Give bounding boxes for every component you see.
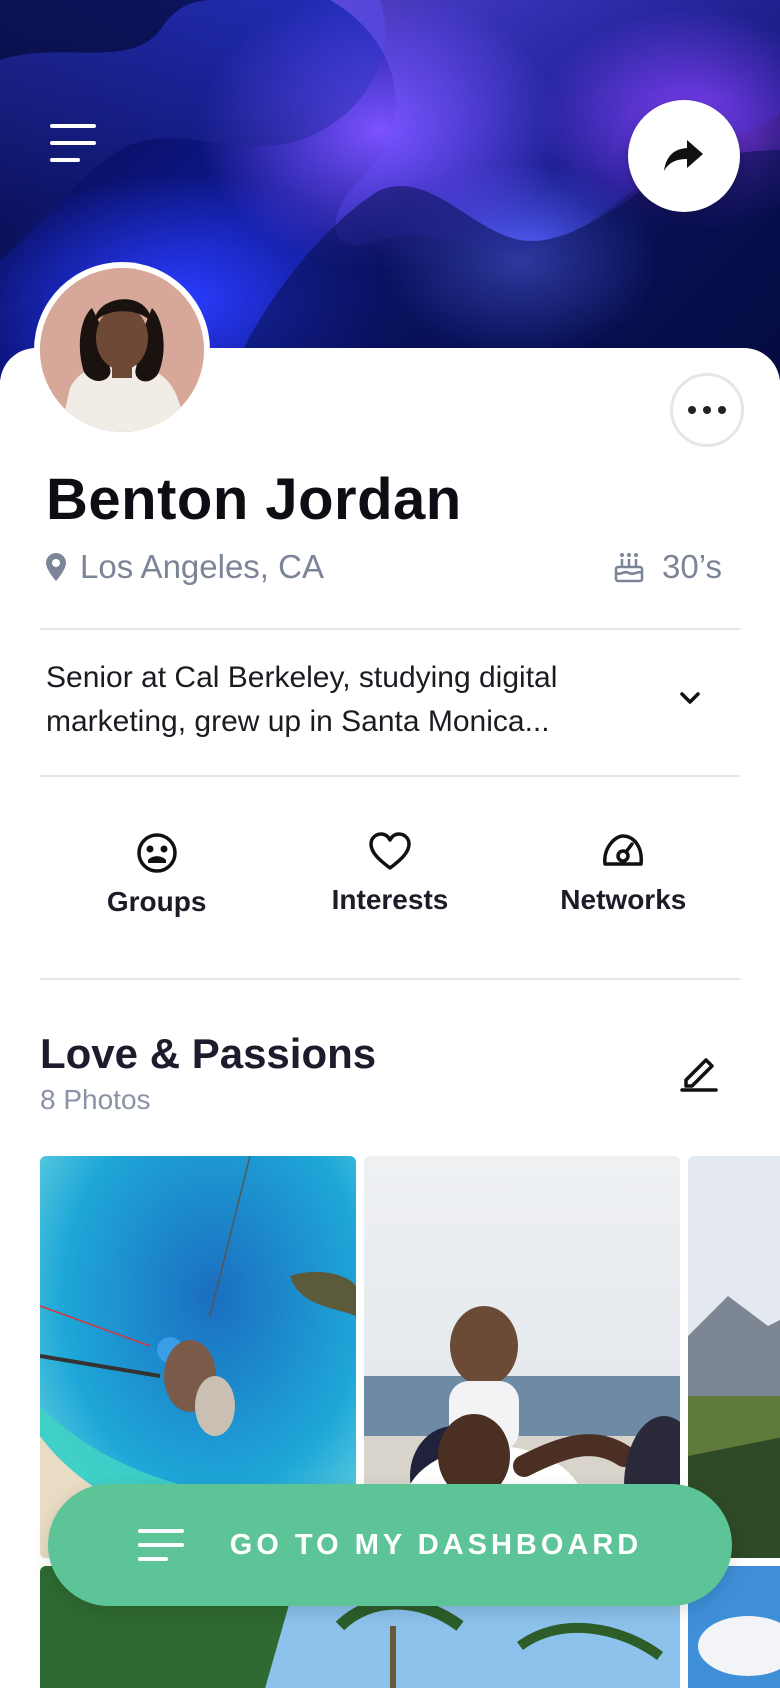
- expand-bio-button[interactable]: [676, 688, 704, 713]
- avatar[interactable]: [34, 262, 210, 438]
- pencil-icon: [680, 1058, 718, 1092]
- divider: [40, 628, 740, 630]
- menu-lines-icon: [137, 1529, 184, 1561]
- section-title: Love & Passions: [40, 1030, 377, 1077]
- edit-button[interactable]: [678, 1050, 720, 1097]
- tab-networks-label: Networks: [560, 884, 687, 915]
- profile-name: Benton Jordan: [46, 467, 462, 532]
- more-options-button[interactable]: [670, 373, 744, 447]
- chevron-down-icon: [680, 692, 700, 704]
- tab-groups-label: Groups: [106, 886, 207, 917]
- share-button[interactable]: [628, 100, 740, 212]
- cake-icon: [614, 553, 644, 583]
- tab-groups[interactable]: Groups: [40, 832, 273, 942]
- divider: [40, 775, 740, 777]
- divider: [40, 978, 740, 980]
- location-pin-icon: [46, 553, 66, 581]
- location-row: Los Angeles, CA: [46, 548, 324, 586]
- bio-text: Senior at Cal Berkeley, studying digital…: [46, 661, 558, 738]
- tab-interests[interactable]: Interests: [273, 832, 506, 942]
- tab-networks[interactable]: Networks: [507, 832, 740, 942]
- location-text: Los Angeles, CA: [80, 548, 324, 585]
- avatar-photo: [40, 268, 204, 432]
- age-text: 30’s: [662, 548, 722, 585]
- photo-count: 8 Photos: [40, 1084, 151, 1115]
- menu-icon[interactable]: [50, 124, 100, 162]
- smile-face-icon: [136, 833, 177, 873]
- profile-tabs: Groups Interests Networks: [40, 832, 740, 942]
- heart-icon: [369, 832, 411, 870]
- age-row: 30’s: [614, 548, 722, 586]
- share-arrow-icon: [664, 140, 703, 171]
- dashboard-button[interactable]: GO TO MY DASHBOARD: [48, 1484, 732, 1606]
- dashboard-button-label: GO TO MY DASHBOARD: [229, 1528, 643, 1561]
- speedometer-icon: [603, 834, 644, 866]
- tab-interests-label: Interests: [331, 884, 449, 915]
- ellipsis-icon: [688, 406, 726, 414]
